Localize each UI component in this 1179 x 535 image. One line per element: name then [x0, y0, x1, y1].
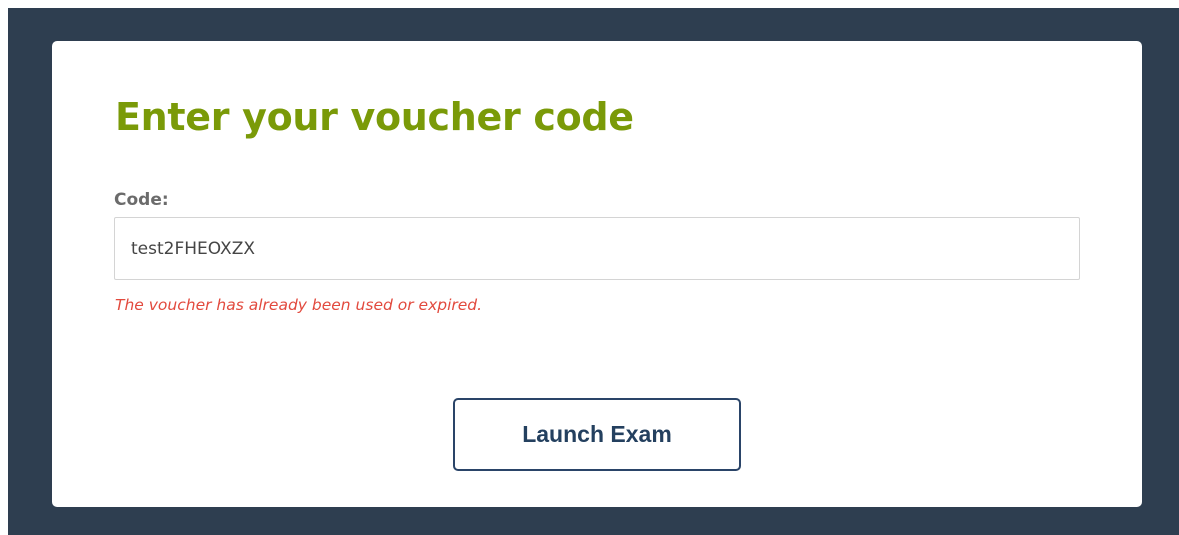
- page-title: Enter your voucher code: [115, 95, 634, 139]
- voucher-code-input[interactable]: [114, 217, 1080, 280]
- error-message: The voucher has already been used or exp…: [115, 296, 483, 314]
- launch-exam-button[interactable]: Launch Exam: [453, 398, 741, 471]
- page-backdrop: Enter your voucher code Code: The vouche…: [8, 8, 1179, 535]
- code-label: Code:: [114, 190, 169, 210]
- voucher-card: Enter your voucher code Code: The vouche…: [52, 41, 1142, 507]
